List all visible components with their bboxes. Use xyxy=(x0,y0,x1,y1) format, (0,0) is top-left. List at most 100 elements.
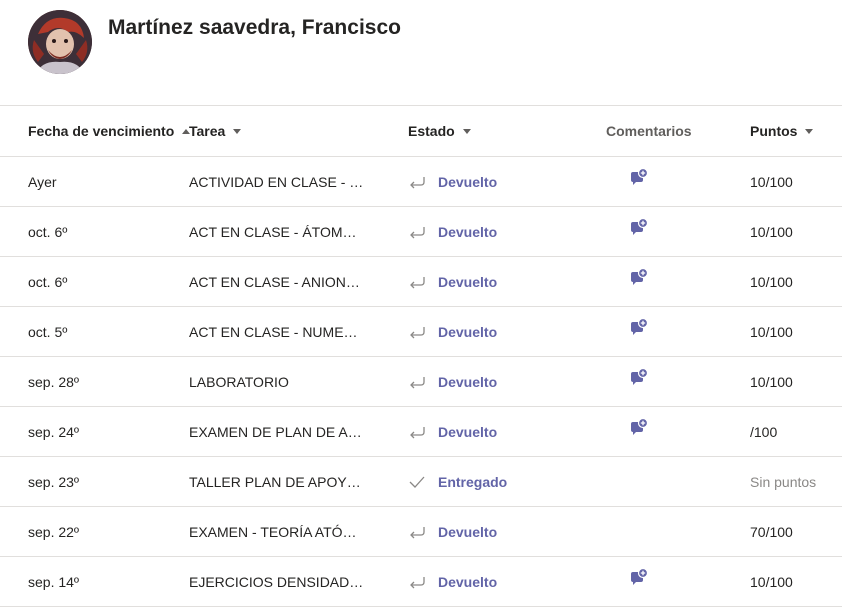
points-value: Sin puntos xyxy=(750,473,817,490)
due-date: sep. 14º xyxy=(28,573,80,590)
status-cell: Devuelto xyxy=(408,307,588,356)
points-cell: 10/100 xyxy=(750,207,840,256)
task-cell[interactable]: LABORATORIO xyxy=(189,357,369,406)
due-date: oct. 6º xyxy=(28,273,68,290)
column-header-label: Puntos xyxy=(750,123,798,139)
table-row[interactable]: sep. 24º EXAMEN DE PLAN DE AP... Devuelto /… xyxy=(0,406,842,456)
task-cell[interactable]: EJERCICIOS DENSIDAD - 1... xyxy=(189,557,369,606)
due-date: sep. 22º xyxy=(28,523,80,540)
task-title[interactable]: EJERCICIOS DENSIDAD - 1... xyxy=(189,574,364,590)
page-title: Martínez saavedra, Francisco xyxy=(108,16,401,39)
status-text: Devuelto xyxy=(438,223,498,240)
points-value: 10/100 xyxy=(750,573,793,590)
points-cell: 10/100 xyxy=(750,307,840,356)
return-arrow-icon xyxy=(408,225,428,242)
points-value: 70/100 xyxy=(750,523,793,540)
table-row[interactable]: oct. 6º ACT EN CLASE - ÁTOMOS ... Devuelto… xyxy=(0,206,842,256)
status-cell: Devuelto xyxy=(408,407,588,456)
return-arrow-icon xyxy=(408,325,428,342)
column-header-task[interactable]: Tarea xyxy=(189,106,369,156)
add-comment-icon[interactable] xyxy=(630,167,650,188)
due-date: sep. 28º xyxy=(28,373,80,390)
status-text: Entregado xyxy=(438,473,508,490)
status-text: Devuelto xyxy=(438,273,498,290)
table-bottom-divider xyxy=(0,606,842,607)
task-cell[interactable]: ACT EN CLASE - NUMERO... xyxy=(189,307,369,356)
task-title[interactable]: EXAMEN DE PLAN DE AP... xyxy=(189,424,364,440)
points-cell: 10/100 xyxy=(750,357,840,406)
task-cell[interactable]: ACT EN CLASE - ANIONES... xyxy=(189,257,369,306)
add-comment-icon[interactable] xyxy=(630,367,650,388)
points-cell: Sin puntos xyxy=(750,457,840,506)
table-row[interactable]: sep. 22º EXAMEN - TEORÍA ATÓMI... Devuelto… xyxy=(0,506,842,556)
table-row[interactable]: sep. 14º EJERCICIOS DENSIDAD - 1... Devuel… xyxy=(0,556,842,606)
points-value: 10/100 xyxy=(750,323,793,340)
task-cell[interactable]: ACTIVIDAD EN CLASE - C... xyxy=(189,157,369,206)
return-arrow-icon xyxy=(408,175,428,192)
column-header-label: Tarea xyxy=(189,123,226,139)
table-row[interactable]: Ayer ACTIVIDAD EN CLASE - C... Devuelto 10/… xyxy=(0,156,842,206)
return-arrow-icon xyxy=(408,525,428,542)
column-header-due-date[interactable]: Fecha de vencimiento xyxy=(28,106,191,156)
table-row[interactable]: oct. 5º ACT EN CLASE - NUMERO... Devuelto 1… xyxy=(0,306,842,356)
column-header-status[interactable]: Estado xyxy=(408,106,588,156)
points-value: 10/100 xyxy=(750,273,793,290)
due-date-cell: sep. 14º xyxy=(28,557,183,606)
task-cell[interactable]: EXAMEN - TEORÍA ATÓMI... xyxy=(189,507,369,556)
due-date-cell: sep. 28º xyxy=(28,357,183,406)
checkmark-icon xyxy=(408,475,428,492)
points-cell: 70/100 xyxy=(750,507,840,556)
return-arrow-icon xyxy=(408,575,428,592)
due-date-cell: sep. 22º xyxy=(28,507,183,556)
status-cell: Devuelto xyxy=(408,207,588,256)
points-cell: 10/100 xyxy=(750,257,840,306)
points-cell: /100 xyxy=(750,407,840,456)
column-header-label: Estado xyxy=(408,123,455,139)
due-date-cell: oct. 5º xyxy=(28,307,183,356)
add-comment-icon[interactable] xyxy=(630,267,650,288)
table-header-row: Fecha de vencimiento Tarea Estado Coment… xyxy=(0,105,842,156)
status-cell: Devuelto xyxy=(408,157,588,206)
task-title[interactable]: ACT EN CLASE - NUMERO... xyxy=(189,324,364,340)
status-cell: Devuelto xyxy=(408,357,588,406)
return-arrow-icon xyxy=(408,375,428,392)
assignments-table: Fecha de vencimiento Tarea Estado Coment… xyxy=(0,105,842,607)
task-cell[interactable]: ACT EN CLASE - ÁTOMOS ... xyxy=(189,207,369,256)
task-cell[interactable]: TALLER PLAN DE APOYO 3... xyxy=(189,457,369,506)
due-date-cell: oct. 6º xyxy=(28,257,183,306)
points-value: /100 xyxy=(750,423,778,440)
status-text: Devuelto xyxy=(438,373,498,390)
task-title[interactable]: LABORATORIO xyxy=(189,374,289,390)
avatar xyxy=(28,10,92,74)
status-cell: Devuelto xyxy=(408,507,588,556)
add-comment-icon[interactable] xyxy=(630,417,650,438)
status-cell: Devuelto xyxy=(408,557,588,606)
table-row[interactable]: sep. 28º LABORATORIO Devuelto 10/100 xyxy=(0,356,842,406)
points-value: 10/100 xyxy=(750,173,793,190)
column-header-points[interactable]: Puntos xyxy=(750,106,840,156)
status-cell: Entregado xyxy=(408,457,588,506)
status-text: Devuelto xyxy=(438,423,498,440)
status-text: Devuelto xyxy=(438,173,498,190)
return-arrow-icon xyxy=(408,425,428,442)
status-text: Devuelto xyxy=(438,573,498,590)
chevron-down-icon xyxy=(805,128,814,134)
table-row[interactable]: sep. 23º TALLER PLAN DE APOYO 3... Entrega… xyxy=(0,456,842,506)
task-title[interactable]: ACT EN CLASE - ÁTOMOS ... xyxy=(189,224,364,240)
points-cell: 10/100 xyxy=(750,157,840,206)
table-row[interactable]: oct. 6º ACT EN CLASE - ANIONES... Devuelto… xyxy=(0,256,842,306)
due-date-cell: oct. 6º xyxy=(28,207,183,256)
add-comment-icon[interactable] xyxy=(630,317,650,338)
task-title[interactable]: TALLER PLAN DE APOYO 3... xyxy=(189,474,364,490)
due-date: Ayer xyxy=(28,173,57,190)
task-title[interactable]: EXAMEN - TEORÍA ATÓMI... xyxy=(189,524,364,540)
add-comment-icon[interactable] xyxy=(630,567,650,588)
points-cell: 10/100 xyxy=(750,557,840,606)
add-comment-icon[interactable] xyxy=(630,217,650,238)
points-value: 10/100 xyxy=(750,223,793,240)
task-title[interactable]: ACT EN CLASE - ANIONES... xyxy=(189,274,364,290)
task-cell[interactable]: EXAMEN DE PLAN DE AP... xyxy=(189,407,369,456)
points-value: 10/100 xyxy=(750,373,793,390)
due-date: sep. 24º xyxy=(28,423,80,440)
task-title[interactable]: ACTIVIDAD EN CLASE - C... xyxy=(189,174,364,190)
